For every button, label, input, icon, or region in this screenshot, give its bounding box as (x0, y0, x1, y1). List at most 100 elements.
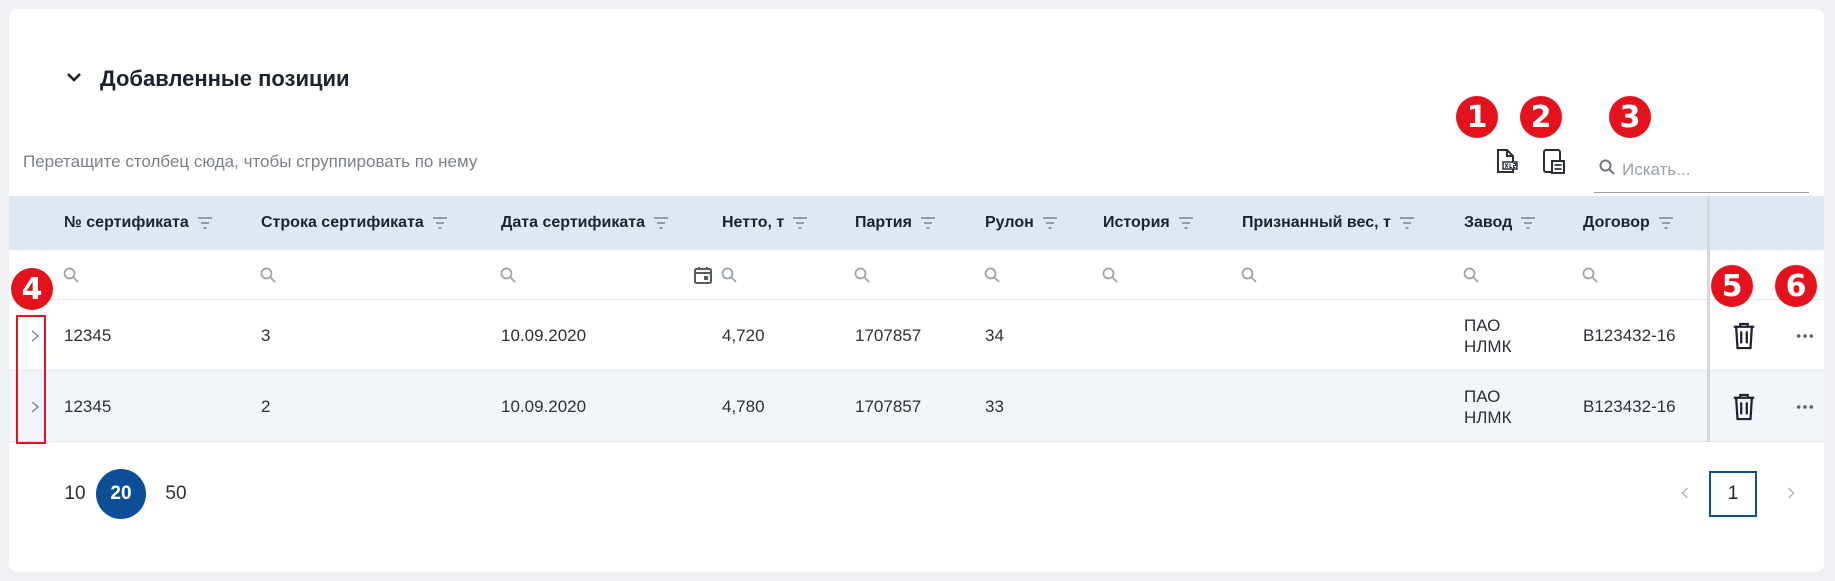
plant-line-1: ПАО (1464, 386, 1501, 406)
cell-plant: ПАО НЛМК (1464, 371, 1524, 442)
export-xls-button[interactable] (1489, 145, 1521, 177)
filter-row (9, 250, 1824, 300)
cell-cert-line: 2 (261, 396, 271, 416)
chevron-right-icon (1787, 487, 1795, 499)
row-more-button[interactable] (1796, 300, 1814, 371)
filter-icon[interactable] (1658, 216, 1674, 230)
column-header-cert-line[interactable]: Строка сертификата (261, 196, 448, 250)
group-panel-hint: Перетащите столбец сюда, чтобы сгруппиро… (23, 152, 478, 171)
calendar-icon (694, 267, 712, 284)
filter-cell-cert-no[interactable] (62, 250, 80, 300)
page-number-current[interactable]: 1 (1709, 471, 1757, 517)
column-header-contract[interactable]: Договор (1583, 196, 1674, 250)
search-input[interactable] (1622, 159, 1802, 180)
chevron-left-icon (1681, 487, 1689, 499)
filter-cell-accepted-weight[interactable] (1240, 250, 1258, 300)
date-picker-button[interactable] (693, 250, 713, 300)
search-icon (1582, 267, 1598, 283)
row-more-button[interactable] (1796, 371, 1814, 442)
more-horizontal-icon (1796, 404, 1814, 409)
filter-cell-contract[interactable] (1581, 250, 1599, 300)
column-label: Признанный вес, т (1242, 214, 1391, 231)
filter-icon[interactable] (1520, 216, 1536, 230)
annotation-badge-3: 3 (1609, 96, 1651, 138)
filter-icon[interactable] (653, 216, 669, 230)
cell-plant: ПАО НЛМК (1464, 300, 1524, 371)
section-title: Добавленные позиции (100, 66, 350, 91)
table-row[interactable]: 12345 3 10.09.2020 4,720 1707857 34 ПАО … (9, 300, 1824, 371)
filter-cell-net[interactable] (720, 250, 738, 300)
cell-contract: B123432-16 (1583, 396, 1676, 416)
column-label: Партия (855, 214, 912, 231)
column-label: Завод (1464, 214, 1513, 231)
plant-line-2: НЛМК (1464, 407, 1512, 427)
column-header-plant[interactable]: Завод (1464, 196, 1536, 250)
page-size-10[interactable]: 10 (50, 469, 100, 519)
table-row[interactable]: 12345 2 10.09.2020 4,780 1707857 33 ПАО … (9, 371, 1824, 442)
cell-roll: 34 (985, 325, 1004, 345)
filter-cell-history[interactable] (1101, 250, 1119, 300)
plant-line-1: ПАО (1464, 315, 1501, 335)
next-page-button[interactable] (1779, 481, 1803, 505)
filter-icon[interactable] (1399, 216, 1415, 230)
filter-icon[interactable] (1042, 216, 1058, 230)
column-header-history[interactable]: История (1103, 196, 1194, 250)
filter-cell-cert-line[interactable] (259, 250, 277, 300)
section-toggle[interactable]: Добавленные позиции (64, 61, 350, 97)
cell-cert-no: 12345 (64, 325, 112, 345)
cell-net: 4,720 (722, 325, 765, 345)
column-header-cert-date[interactable]: Дата сертификата (501, 196, 669, 250)
annotation-badge-4: 4 (11, 268, 53, 310)
xls-export-icon (1497, 149, 1518, 173)
cell-roll: 33 (985, 396, 1004, 416)
filter-cell-roll[interactable] (983, 250, 1001, 300)
search-icon (721, 267, 737, 283)
chevron-down-icon (64, 67, 84, 92)
filter-icon[interactable] (920, 216, 936, 230)
annotation-frame-expand-column (16, 315, 46, 444)
annotation-badge-2: 2 (1520, 96, 1562, 138)
column-header-accepted-weight[interactable]: Признанный вес, т (1242, 196, 1415, 250)
column-header-cert-no[interactable]: № сертификата (64, 196, 213, 250)
column-header-batch[interactable]: Партия (855, 196, 936, 250)
delete-row-button[interactable] (1731, 300, 1757, 371)
filter-icon[interactable] (432, 216, 448, 230)
annotation-badge-5: 5 (1711, 265, 1753, 307)
page-size-50[interactable]: 50 (151, 469, 201, 519)
cell-batch: 1707857 (855, 396, 922, 416)
search-icon (1463, 267, 1479, 283)
delete-row-button[interactable] (1731, 371, 1757, 442)
table-header: № сертификата Строка сертификата Дата се… (9, 196, 1824, 250)
annotation-badge-6: 6 (1775, 265, 1817, 307)
search-icon (1598, 158, 1616, 181)
prev-page-button[interactable] (1673, 481, 1697, 505)
added-positions-card: Добавленные позиции Перетащите столбец с… (9, 9, 1824, 572)
column-label: История (1103, 214, 1170, 231)
filter-cell-cert-date[interactable] (499, 250, 517, 300)
search-icon (63, 267, 79, 283)
filter-icon[interactable] (792, 216, 808, 230)
column-label: № сертификата (64, 214, 189, 231)
filter-cell-batch[interactable] (853, 250, 871, 300)
search-icon (1241, 267, 1257, 283)
trash-icon (1733, 322, 1755, 349)
column-label: Нетто, т (722, 214, 785, 231)
cell-net: 4,780 (722, 396, 765, 416)
column-label: Договор (1583, 214, 1650, 231)
filter-cell-plant[interactable] (1462, 250, 1480, 300)
plant-line-2: НЛМК (1464, 336, 1512, 356)
search-icon (500, 267, 516, 283)
filter-icon[interactable] (1178, 216, 1194, 230)
column-label: Строка сертификата (261, 214, 424, 231)
search-icon (1102, 267, 1118, 283)
fixed-column-divider (1707, 196, 1710, 442)
page-size-20[interactable]: 20 (96, 469, 146, 519)
column-header-roll[interactable]: Рулон (985, 196, 1058, 250)
cell-cert-date: 10.09.2020 (501, 325, 587, 345)
filter-icon[interactable] (197, 216, 213, 230)
search-icon (984, 267, 1000, 283)
search-icon (854, 267, 870, 283)
grid-search (1594, 147, 1809, 193)
column-header-net[interactable]: Нетто, т (722, 196, 808, 250)
column-chooser-button[interactable] (1537, 145, 1569, 177)
